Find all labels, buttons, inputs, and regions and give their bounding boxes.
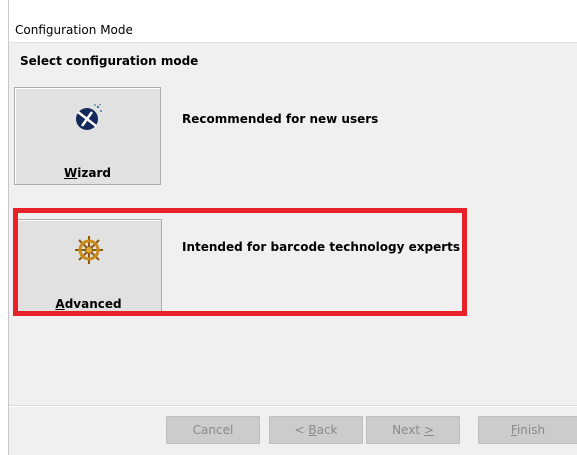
advanced-button-label: Advanced <box>55 297 122 311</box>
title-bar: Configuration Mode <box>9 0 577 43</box>
wizard-description: Recommended for new users <box>182 112 379 126</box>
wizard-button-label: Wizard <box>64 166 111 180</box>
finish-button[interactable]: Finish <box>478 416 577 444</box>
wizard-button[interactable]: Wizard <box>14 87 161 185</box>
page-heading: Select configuration mode <box>20 54 199 68</box>
footer-divider <box>9 405 577 406</box>
cancel-button[interactable]: Cancel <box>166 416 260 444</box>
window-title: Configuration Mode <box>15 23 133 37</box>
advanced-description: Intended for barcode technology experts <box>182 240 461 254</box>
configuration-mode-dialog: Configuration Mode Select configuration … <box>8 0 577 455</box>
next-button[interactable]: Next > <box>366 416 460 444</box>
ship-wheel-icon <box>74 236 103 264</box>
advanced-button[interactable]: Advanced <box>15 219 162 316</box>
back-button[interactable]: < Back <box>269 416 363 444</box>
wizard-wand-icon <box>75 103 102 130</box>
